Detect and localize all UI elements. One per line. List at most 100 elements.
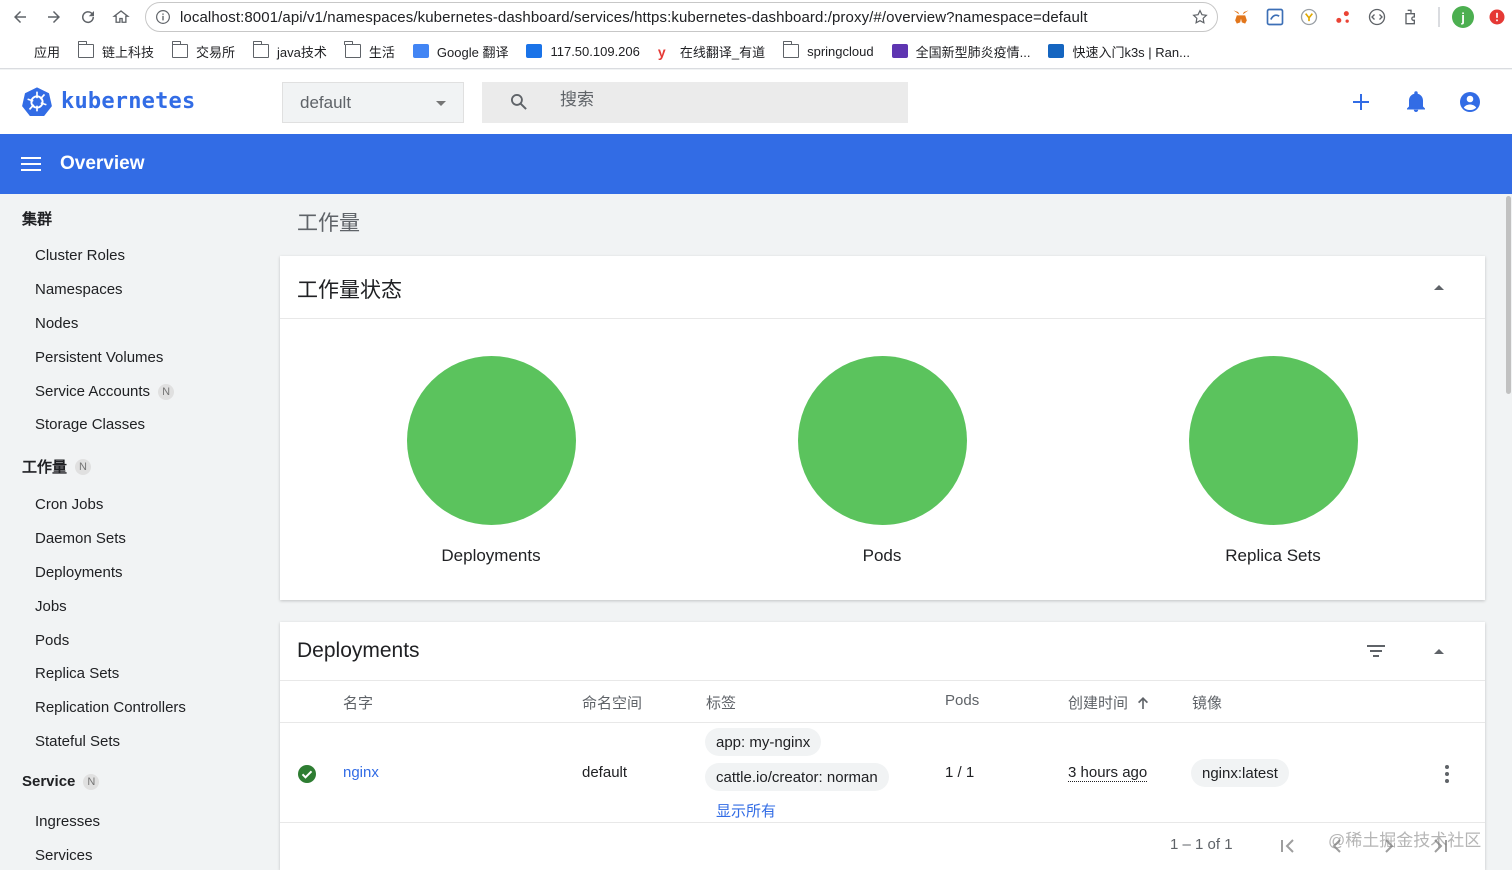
folder-icon bbox=[782, 41, 800, 58]
column-header-pods: Pods bbox=[945, 692, 980, 709]
sidebar-item-persistent-volumes[interactable]: Persistent Volumes bbox=[35, 349, 163, 366]
bookmark-label: 在线翻译_有道 bbox=[679, 44, 766, 60]
bookmark-apps[interactable]: 应用 bbox=[10, 42, 60, 61]
sidebar-group-service[interactable]: Service N bbox=[22, 773, 100, 790]
bookmark-folder[interactable]: 生活 bbox=[344, 41, 395, 61]
bookmark-label: 应用 bbox=[34, 44, 61, 60]
metamask-extension-icon[interactable] bbox=[1230, 6, 1252, 28]
collapse-icon[interactable] bbox=[1434, 649, 1444, 654]
apps-grid-icon bbox=[10, 44, 26, 58]
account-icon[interactable] bbox=[1458, 90, 1482, 114]
bookmark-star-icon[interactable] bbox=[1191, 8, 1209, 26]
page-scrollbar[interactable] bbox=[1505, 194, 1512, 870]
reload-icon[interactable] bbox=[76, 5, 100, 29]
pagination-range: 1 – 1 of 1 bbox=[1170, 836, 1233, 853]
sidebar-group-workloads[interactable]: 工作量 N bbox=[22, 456, 92, 477]
column-header-namespace[interactable]: 命名空间 bbox=[582, 692, 642, 713]
watermark-text: @稀土掘金技术社区 bbox=[1328, 831, 1482, 850]
url-field[interactable]: localhost:8001/api/v1/namespaces/kuberne… bbox=[145, 2, 1218, 32]
sidebar-item-jobs[interactable]: Jobs bbox=[35, 598, 67, 615]
app-header: kubernetes default bbox=[0, 70, 1512, 134]
bookmark-label: 快速入门k3s | Ran... bbox=[1072, 44, 1190, 60]
add-icon[interactable] bbox=[1349, 90, 1373, 114]
sidebar-item-replication-controllers[interactable]: Replication Controllers bbox=[35, 699, 186, 716]
site-info-icon[interactable] bbox=[154, 8, 172, 26]
home-icon[interactable] bbox=[109, 5, 133, 29]
sort-ascending-icon[interactable] bbox=[1136, 696, 1150, 710]
sidebar-item-replica-sets[interactable]: Replica Sets bbox=[35, 665, 119, 682]
bookmark-link[interactable]: 快速入门k3s | Ran... bbox=[1048, 42, 1190, 61]
collapse-icon[interactable] bbox=[1434, 285, 1444, 290]
sidebar-group-cluster[interactable]: 集群 bbox=[22, 208, 52, 229]
row-actions-menu-icon[interactable] bbox=[1438, 764, 1456, 784]
sidebar-item-stateful-sets[interactable]: Stateful Sets bbox=[35, 733, 120, 750]
replica-sets-status-chart bbox=[1189, 356, 1358, 525]
column-header-name[interactable]: 名字 bbox=[343, 692, 373, 713]
bookmarks-bar: 应用 链上科技 交易所 java技术 生活 Google 翻译 117.50.1… bbox=[0, 34, 1512, 69]
hamburger-menu-icon[interactable] bbox=[21, 154, 41, 174]
site-icon bbox=[891, 44, 908, 58]
sidebar-item-services[interactable]: Services bbox=[35, 847, 93, 864]
search-input[interactable] bbox=[560, 90, 860, 110]
bookmark-folder[interactable]: java技术 bbox=[252, 41, 327, 61]
deployment-name-link[interactable]: nginx bbox=[343, 764, 379, 781]
bookmark-link[interactable]: 117.50.109.206 bbox=[526, 44, 640, 59]
back-arrow-icon[interactable] bbox=[8, 5, 32, 29]
folder-icon bbox=[252, 41, 270, 58]
namespace-select[interactable]: default bbox=[282, 82, 464, 123]
sidebar-item-namespaces[interactable]: Namespaces bbox=[35, 281, 123, 298]
bookmark-folder[interactable]: 链上科技 bbox=[77, 41, 154, 61]
url-text: localhost:8001/api/v1/namespaces/kuberne… bbox=[180, 8, 1088, 26]
bookmark-label: 全国新型肺炎疫情... bbox=[915, 44, 1031, 60]
folder-icon bbox=[344, 41, 361, 58]
sync-extension-icon[interactable] bbox=[1264, 6, 1286, 28]
sidebar-item-storage-classes[interactable]: Storage Classes bbox=[35, 416, 145, 433]
sidebar-item-ingresses[interactable]: Ingresses bbox=[35, 813, 100, 830]
puzzle-extension-icon[interactable] bbox=[1400, 6, 1422, 28]
show-all-labels-link[interactable]: 显示所有 bbox=[716, 800, 776, 821]
card-divider bbox=[280, 680, 1485, 681]
bookmark-folder[interactable]: springcloud bbox=[782, 41, 874, 59]
folder-icon bbox=[77, 41, 95, 58]
sidebar-item-daemon-sets[interactable]: Daemon Sets bbox=[35, 530, 126, 547]
bookmark-folder[interactable]: 交易所 bbox=[171, 41, 235, 61]
sidebar-item-nodes[interactable]: Nodes bbox=[35, 315, 78, 332]
deployment-created: 3 hours ago bbox=[1068, 764, 1148, 782]
sidebar-item-cron-jobs[interactable]: Cron Jobs bbox=[35, 496, 103, 513]
bookmark-link[interactable]: Google 翻译 bbox=[412, 42, 508, 61]
deployments-status-chart bbox=[407, 356, 576, 525]
kubernetes-logo-icon[interactable] bbox=[22, 86, 52, 116]
namespaced-badge: N bbox=[83, 773, 100, 790]
header-label: 创建时间 bbox=[1068, 695, 1129, 712]
table-footer-divider bbox=[280, 822, 1485, 823]
namespaced-badge: N bbox=[158, 383, 175, 400]
browser-menu-icon[interactable] bbox=[1486, 6, 1508, 28]
label-chip: app: my-nginx bbox=[705, 728, 822, 756]
sidebar-item-cluster-roles[interactable]: Cluster Roles bbox=[35, 247, 125, 264]
search-box[interactable] bbox=[482, 82, 908, 123]
image-chip: nginx:latest bbox=[1191, 759, 1289, 787]
code-extension-icon[interactable] bbox=[1366, 6, 1388, 28]
status-ok-icon bbox=[298, 765, 316, 783]
namespace-value: default bbox=[300, 92, 352, 112]
filter-icon[interactable] bbox=[1366, 642, 1386, 660]
first-page-icon[interactable] bbox=[1278, 837, 1298, 855]
notifications-bell-icon[interactable] bbox=[1404, 90, 1428, 114]
bookmark-link[interactable]: 全国新型肺炎疫情... bbox=[891, 42, 1031, 61]
sidebar-item-pods[interactable]: Pods bbox=[35, 632, 69, 649]
scrollbar-thumb[interactable] bbox=[1506, 196, 1511, 394]
table-header-divider bbox=[280, 722, 1485, 723]
chart-label: Deployments bbox=[441, 546, 541, 565]
sidebar-item-service-accounts[interactable]: Service Accounts N bbox=[35, 383, 175, 400]
translate-icon bbox=[412, 44, 429, 58]
brand-name[interactable]: kubernetes bbox=[61, 89, 195, 114]
yoroi-extension-icon[interactable] bbox=[1298, 6, 1320, 28]
page-toolbar: Overview bbox=[0, 134, 1512, 194]
bookmark-link[interactable]: y 在线翻译_有道 bbox=[658, 42, 765, 61]
network-extension-icon[interactable] bbox=[1332, 6, 1354, 28]
column-header-created[interactable]: 创建时间 bbox=[1068, 692, 1150, 713]
sidebar-item-deployments[interactable]: Deployments bbox=[35, 564, 123, 581]
profile-avatar[interactable]: j bbox=[1452, 6, 1474, 28]
folder-icon bbox=[171, 41, 189, 58]
forward-arrow-icon[interactable] bbox=[42, 5, 66, 29]
